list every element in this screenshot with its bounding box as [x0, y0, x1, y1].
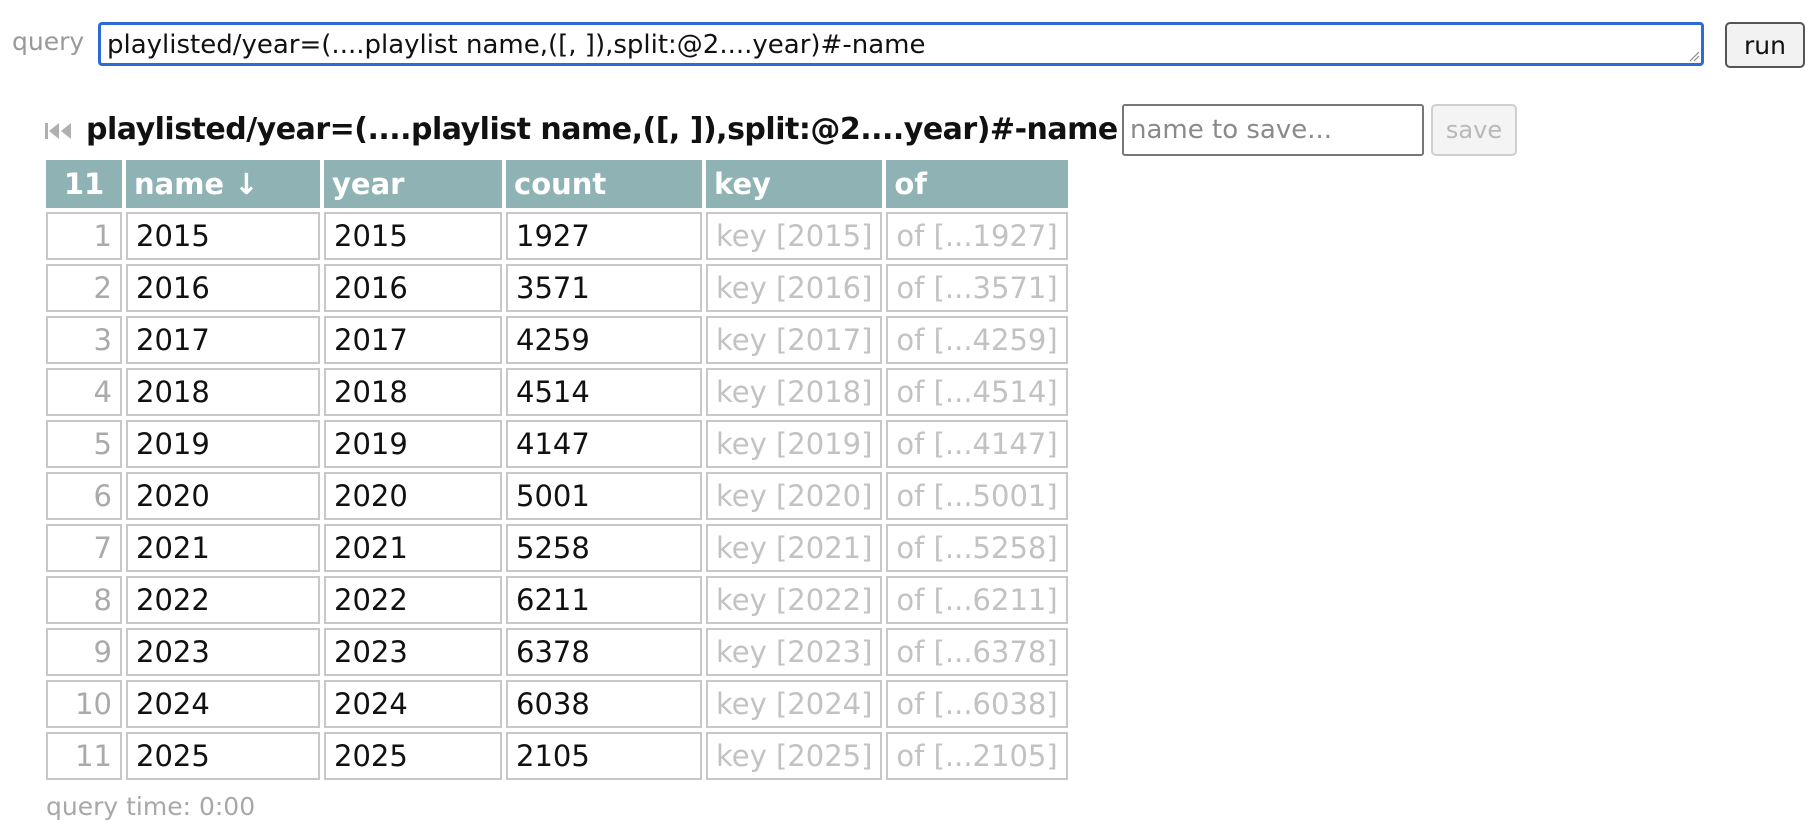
- page: query run playlisted/year=(....playlist …: [0, 0, 1818, 832]
- table-row: 4 2018 2018 4514 key [2018] of [...4514]: [46, 368, 1068, 416]
- cell-of[interactable]: of [...4514]: [886, 368, 1068, 416]
- cell-of[interactable]: of [...4259]: [886, 316, 1068, 364]
- cell-of[interactable]: of [...1927]: [886, 212, 1068, 260]
- cell-count: 5001: [506, 472, 702, 520]
- cell-name: 2020: [126, 472, 320, 520]
- cell-of[interactable]: of [...3571]: [886, 264, 1068, 312]
- cell-count: 6211: [506, 576, 702, 624]
- run-button[interactable]: run: [1725, 22, 1805, 68]
- cell-index: 9: [46, 628, 122, 676]
- cell-key[interactable]: key [2019]: [706, 420, 883, 468]
- cell-year: 2018: [324, 368, 502, 416]
- cell-count: 4259: [506, 316, 702, 364]
- cell-count: 2105: [506, 732, 702, 780]
- cell-count: 5258: [506, 524, 702, 572]
- cell-of[interactable]: of [...5258]: [886, 524, 1068, 572]
- table-row: 11 2025 2025 2105 key [2025] of [...2105]: [46, 732, 1068, 780]
- cell-year: 2024: [324, 680, 502, 728]
- cell-of[interactable]: of [...5001]: [886, 472, 1068, 520]
- save-name-input[interactable]: [1122, 104, 1424, 156]
- table-row: 3 2017 2017 4259 key [2017] of [...4259]: [46, 316, 1068, 364]
- result-title: playlisted/year=(....playlist name,([, ]…: [86, 112, 1118, 147]
- column-header-key[interactable]: key: [706, 160, 883, 208]
- cell-name: 2017: [126, 316, 320, 364]
- cell-of[interactable]: of [...6378]: [886, 628, 1068, 676]
- result-header: playlisted/year=(....playlist name,([, ]…: [44, 106, 1144, 158]
- cell-key[interactable]: key [2017]: [706, 316, 883, 364]
- resize-grip-icon[interactable]: [1688, 50, 1700, 62]
- save-button[interactable]: save: [1431, 104, 1517, 156]
- table-header-row: 11 name ↓ year count key of: [46, 160, 1068, 208]
- query-time: query time: 0:00: [46, 792, 256, 821]
- table-row: 10 2024 2024 6038 key [2024] of [...6038]: [46, 680, 1068, 728]
- column-header-of[interactable]: of: [886, 160, 1068, 208]
- cell-index: 6: [46, 472, 122, 520]
- cell-year: 2015: [324, 212, 502, 260]
- cell-key[interactable]: key [2020]: [706, 472, 883, 520]
- column-header-year[interactable]: year: [324, 160, 502, 208]
- cell-index: 1: [46, 212, 122, 260]
- cell-key[interactable]: key [2023]: [706, 628, 883, 676]
- query-label: query: [12, 27, 85, 56]
- cell-name: 2019: [126, 420, 320, 468]
- table-row: 1 2015 2015 1927 key [2015] of [...1927]: [46, 212, 1068, 260]
- cell-count: 4514: [506, 368, 702, 416]
- cell-of[interactable]: of [...4147]: [886, 420, 1068, 468]
- cell-count: 3571: [506, 264, 702, 312]
- table-row: 7 2021 2021 5258 key [2021] of [...5258]: [46, 524, 1068, 572]
- table-row: 6 2020 2020 5001 key [2020] of [...5001]: [46, 472, 1068, 520]
- cell-year: 2025: [324, 732, 502, 780]
- cell-count: 4147: [506, 420, 702, 468]
- cell-index: 5: [46, 420, 122, 468]
- cell-of[interactable]: of [...2105]: [886, 732, 1068, 780]
- cell-name: 2018: [126, 368, 320, 416]
- cell-year: 2021: [324, 524, 502, 572]
- cell-name: 2024: [126, 680, 320, 728]
- cell-of[interactable]: of [...6038]: [886, 680, 1068, 728]
- cell-name: 2023: [126, 628, 320, 676]
- cell-index: 11: [46, 732, 122, 780]
- query-bar: query run: [12, 22, 1808, 70]
- cell-index: 2: [46, 264, 122, 312]
- cell-index: 7: [46, 524, 122, 572]
- cell-year: 2016: [324, 264, 502, 312]
- cell-count: 6378: [506, 628, 702, 676]
- cell-key[interactable]: key [2016]: [706, 264, 883, 312]
- cell-year: 2017: [324, 316, 502, 364]
- cell-key[interactable]: key [2024]: [706, 680, 883, 728]
- cell-index: 4: [46, 368, 122, 416]
- table-row: 8 2022 2022 6211 key [2022] of [...6211]: [46, 576, 1068, 624]
- table-row: 9 2023 2023 6378 key [2023] of [...6378]: [46, 628, 1068, 676]
- cell-name: 2016: [126, 264, 320, 312]
- column-header-count[interactable]: count: [506, 160, 702, 208]
- cell-name: 2015: [126, 212, 320, 260]
- result-table: 11 name ↓ year count key of 1 2015 2015 192…: [42, 156, 1072, 784]
- cell-name: 2022: [126, 576, 320, 624]
- cell-year: 2022: [324, 576, 502, 624]
- cell-year: 2023: [324, 628, 502, 676]
- cell-key[interactable]: key [2018]: [706, 368, 883, 416]
- column-header-name[interactable]: name ↓: [126, 160, 320, 208]
- cell-of[interactable]: of [...6211]: [886, 576, 1068, 624]
- table-row: 2 2016 2016 3571 key [2016] of [...3571]: [46, 264, 1068, 312]
- cell-index: 10: [46, 680, 122, 728]
- cell-year: 2020: [324, 472, 502, 520]
- cell-name: 2021: [126, 524, 320, 572]
- cell-name: 2025: [126, 732, 320, 780]
- cell-key[interactable]: key [2021]: [706, 524, 883, 572]
- cell-count: 1927: [506, 212, 702, 260]
- cell-key[interactable]: key [2022]: [706, 576, 883, 624]
- cell-count: 6038: [506, 680, 702, 728]
- cell-index: 8: [46, 576, 122, 624]
- cell-index: 3: [46, 316, 122, 364]
- column-header-index[interactable]: 11: [46, 160, 122, 208]
- cell-key[interactable]: key [2015]: [706, 212, 883, 260]
- cell-key[interactable]: key [2025]: [706, 732, 883, 780]
- skip-to-first-icon[interactable]: [44, 120, 74, 142]
- query-input[interactable]: [98, 22, 1704, 66]
- table-row: 5 2019 2019 4147 key [2019] of [...4147]: [46, 420, 1068, 468]
- table-body: 1 2015 2015 1927 key [2015] of [...1927] 2 2016…: [46, 212, 1068, 780]
- cell-year: 2019: [324, 420, 502, 468]
